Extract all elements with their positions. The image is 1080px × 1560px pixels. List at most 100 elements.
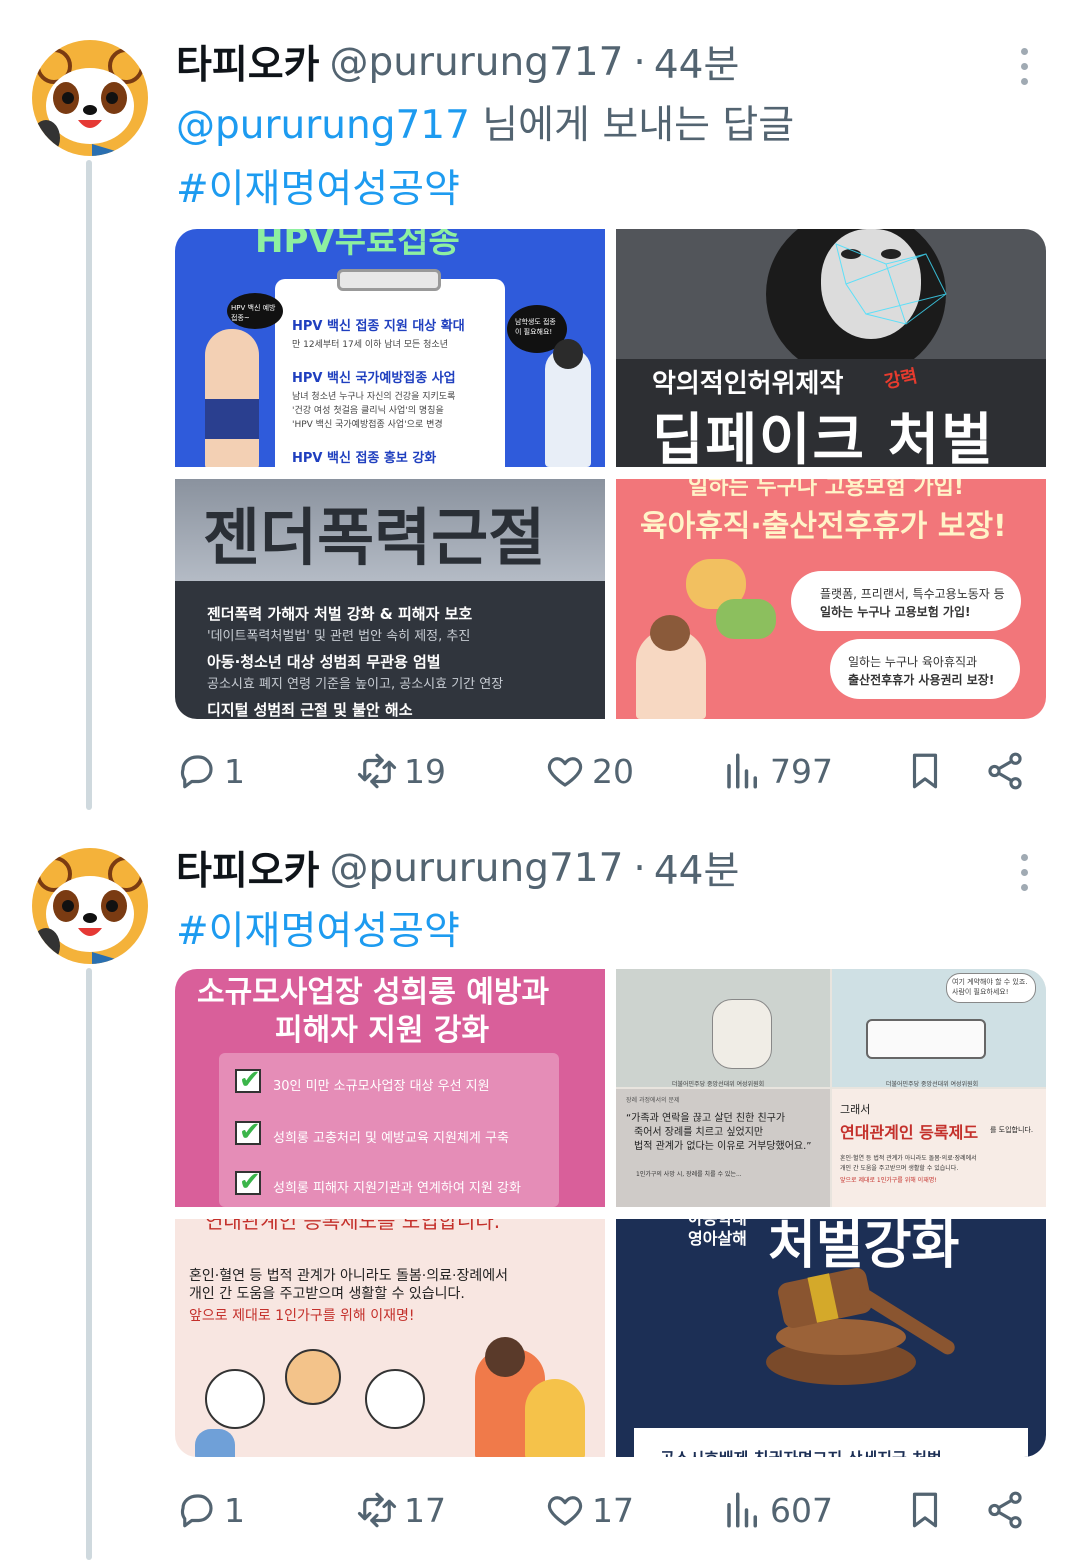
- author-name[interactable]: 타피오카: [176, 840, 320, 896]
- image-text: 영아살해: [688, 1229, 747, 1248]
- timestamp[interactable]: 44분: [654, 840, 740, 896]
- reply-context: @pururung717 님에게 보내는 답글: [176, 94, 794, 150]
- image-text: 죽어서 장례를 치르고 싶었지만: [634, 1127, 764, 1138]
- media-image-punishment[interactable]: 아동학대 영아살해 처벌강화 공소시효배제 친권자면그지 상세지금 처벌: [616, 1219, 1046, 1457]
- image-text: 앞으로 제대로 1인가구를 위해 이재명!: [189, 1308, 415, 1324]
- image-text: 장례 과정에서의 문제: [626, 1097, 680, 1104]
- image-text: 일하는 누구나 고용보험 가입!: [820, 605, 971, 619]
- separator-dot: ·: [633, 39, 646, 85]
- tweet-header: 타피오카 @pururung717 · 44분: [176, 32, 739, 92]
- views-icon: [727, 1492, 757, 1528]
- image-text: 개인 간 도움을 주고받으며 생활할 수 있습니다.: [189, 1286, 465, 1302]
- author-name[interactable]: 타피오카: [176, 34, 320, 90]
- repost-button[interactable]: 17: [356, 1480, 446, 1540]
- media-image-deepfake[interactable]: 악의적인허위제작 강력 딥페이크 처벌: [616, 229, 1046, 467]
- hashtag-link[interactable]: #이재명여성공약: [176, 909, 460, 954]
- like-count: 20: [592, 751, 634, 791]
- image-text: 플랫폼, 프리랜서, 특수고용노동자 등: [820, 587, 1005, 601]
- image-text: 아동·청소년 대상 성범죄 무관용 엄벌: [207, 653, 441, 671]
- reply-mention-link[interactable]: @pururung717: [176, 103, 470, 148]
- image-text: 법적 관계가 없다는 이유로 거부당했어요.”: [634, 1141, 812, 1152]
- media-image-solidarity-registration[interactable]: 연대관계인 등록제도를 도입합니다. 혼인·혈연 등 법적 관계가 아니라도 돌…: [175, 1219, 605, 1457]
- image-text: '데이트폭력처벌법' 및 관련 법안 속히 제정, 추진: [207, 629, 471, 644]
- more-options-icon[interactable]: [1012, 48, 1036, 85]
- like-button[interactable]: 20: [544, 741, 634, 801]
- image-text: HPV 백신 국가예방접종 사업: [292, 371, 456, 386]
- image-text: 젠더폭력 가해자 처벌 강화 & 피해자 보호: [207, 605, 473, 623]
- bookmark-icon: [912, 1492, 938, 1528]
- media-grid: HPV무료접종 HPV 백신 예방접종~ 남학생도 접종이 필요해요! HPV …: [175, 229, 1046, 719]
- media-image-comic[interactable]: 여기 계약해야 할 수 있죠. 사람이 필요하세요! 더불어민주당 중앙선대위 …: [616, 969, 1046, 1207]
- image-text: 30인 미만 소규모사업장 대상 우선 지원: [273, 1079, 490, 1094]
- bookmark-icon: [912, 753, 938, 789]
- image-text: 더불어민주당 중앙선대위 여성위원회: [886, 1081, 979, 1088]
- reply-count: 1: [224, 751, 245, 791]
- author-handle[interactable]: @pururung717: [330, 846, 624, 891]
- views-button[interactable]: 607: [722, 1480, 833, 1540]
- image-text: HPV무료접종: [255, 229, 460, 261]
- image-text: 피해자 지원 강화: [275, 1013, 490, 1048]
- bookmark-button[interactable]: [904, 1480, 946, 1540]
- heart-icon: [547, 757, 583, 787]
- repost-count: 17: [404, 1490, 446, 1530]
- image-text: 를 도입합니다.: [990, 1126, 1034, 1134]
- image-text: 육아휴직·출산전후휴가 보장!: [640, 509, 1007, 544]
- like-button[interactable]: 17: [544, 1480, 634, 1540]
- image-text: 남녀 청소년 누구나 자신의 건강을 지키도록: [292, 392, 456, 402]
- repost-button[interactable]: 19: [356, 741, 446, 801]
- media-image-parental-leave[interactable]: 일하는 누구나 고용보험 가입! 육아휴직·출산전후휴가 보장! 플랫폼, 프리…: [616, 479, 1046, 719]
- image-text: 1인가구의 사망 시, 장례를 치를 수 있는...: [636, 1171, 742, 1178]
- views-count: 607: [770, 1490, 833, 1530]
- hashtag-link[interactable]: #이재명여성공약: [176, 167, 460, 212]
- image-text: HPV 백신 접종 홍보 강화: [292, 451, 437, 466]
- reply-button[interactable]: 1: [176, 1480, 245, 1540]
- image-text: 앞으로 제대로 1인가구를 위해 이재명!: [840, 1177, 937, 1184]
- repost-icon: [357, 1492, 397, 1528]
- avatar[interactable]: [32, 848, 148, 964]
- image-text: 남학생도 접종이 필요해요!: [515, 318, 556, 336]
- share-button[interactable]: [984, 741, 1026, 801]
- image-text: “가족과 연락을 끊고 살던 친한 친구가: [626, 1113, 786, 1124]
- timestamp[interactable]: 44분: [654, 34, 740, 90]
- avatar[interactable]: [32, 40, 148, 156]
- image-text: 그래서: [840, 1103, 871, 1116]
- tweet-text: #이재명여성공약: [176, 158, 460, 214]
- repost-icon: [357, 753, 397, 789]
- tweet-text: #이재명여성공약: [176, 900, 460, 956]
- tweet[interactable]: 타피오카 @pururung717 · 44분 @pururung717 님에게…: [0, 0, 1080, 820]
- image-text: 성희롱 고충처리 및 예방교육 지원체계 구축: [273, 1131, 509, 1146]
- image-text: HPV 백신 접종 지원 대상 확대: [292, 319, 465, 334]
- views-button[interactable]: 797: [722, 741, 833, 801]
- tweet[interactable]: 타피오카 @pururung717 · 44분 #이재명여성공약 소규모사업장 …: [0, 820, 1080, 1560]
- media-image-gender-violence[interactable]: 젠더폭력근절 젠더폭력 가해자 처벌 강화 & 피해자 보호 '데이트폭력처벌법…: [175, 479, 605, 719]
- media-grid: 소규모사업장 성희롱 예방과 피해자 지원 강화 ✔ 30인 미만 소규모사업장…: [175, 969, 1046, 1459]
- author-handle[interactable]: @pururung717: [330, 40, 624, 85]
- views-icon: [727, 753, 757, 789]
- reply-count: 1: [224, 1490, 245, 1530]
- image-text: 공소시효 폐지 연령 기준을 높이고, 공소시효 기간 연장: [207, 677, 504, 692]
- image-text: 여기 계약해야 할 수 있죠. 사람이 필요하세요!: [952, 978, 1028, 996]
- image-text: 'HPV 백신 국가예방접종 사업'으로 변경: [292, 420, 443, 430]
- bookmark-button[interactable]: [904, 741, 946, 801]
- image-text: HPV 백신 예방접종~: [231, 304, 276, 322]
- image-text: 딥페이크 처벌: [652, 408, 995, 467]
- more-options-icon[interactable]: [1012, 854, 1036, 891]
- image-text: 출산전후휴가 사용권리 보장!: [848, 673, 995, 687]
- image-text: 더불어민주당 중앙선대위 여성위원회: [672, 1081, 765, 1088]
- image-text: 만 12세부터 17세 이하 남녀 모든 청소년: [292, 340, 448, 350]
- image-text: 개인 간 도움을 주고받으며 생활할 수 있습니다.: [840, 1165, 959, 1172]
- image-text: 처벌강화: [768, 1219, 960, 1276]
- image-text: 일하는 누구나 육아휴직과: [848, 655, 978, 669]
- media-image-hpv[interactable]: HPV무료접종 HPV 백신 예방접종~ 남학생도 접종이 필요해요! HPV …: [175, 229, 605, 467]
- image-text: 젠더폭력근절: [203, 501, 546, 574]
- share-icon: [988, 1491, 1022, 1529]
- share-button[interactable]: [984, 1480, 1026, 1540]
- image-text: '건강 여성 첫걸음 클리닉 사업'의 명칭을: [292, 406, 444, 416]
- like-count: 17: [592, 1490, 634, 1530]
- image-text: 혼인·혈연 등 법적 관계가 아니라도 돌봄·의료·장례에서: [840, 1155, 977, 1162]
- reply-icon: [180, 1494, 213, 1528]
- media-image-workplace-harassment[interactable]: 소규모사업장 성희롱 예방과 피해자 지원 강화 ✔ 30인 미만 소규모사업장…: [175, 969, 605, 1207]
- reply-button[interactable]: 1: [176, 741, 245, 801]
- image-text: 혼인·혈연 등 법적 관계가 아니라도 돌봄·의료·장례에서: [189, 1268, 508, 1284]
- image-text: 성희롱 피해자 지원기관과 연계하여 지원 강화: [273, 1181, 521, 1196]
